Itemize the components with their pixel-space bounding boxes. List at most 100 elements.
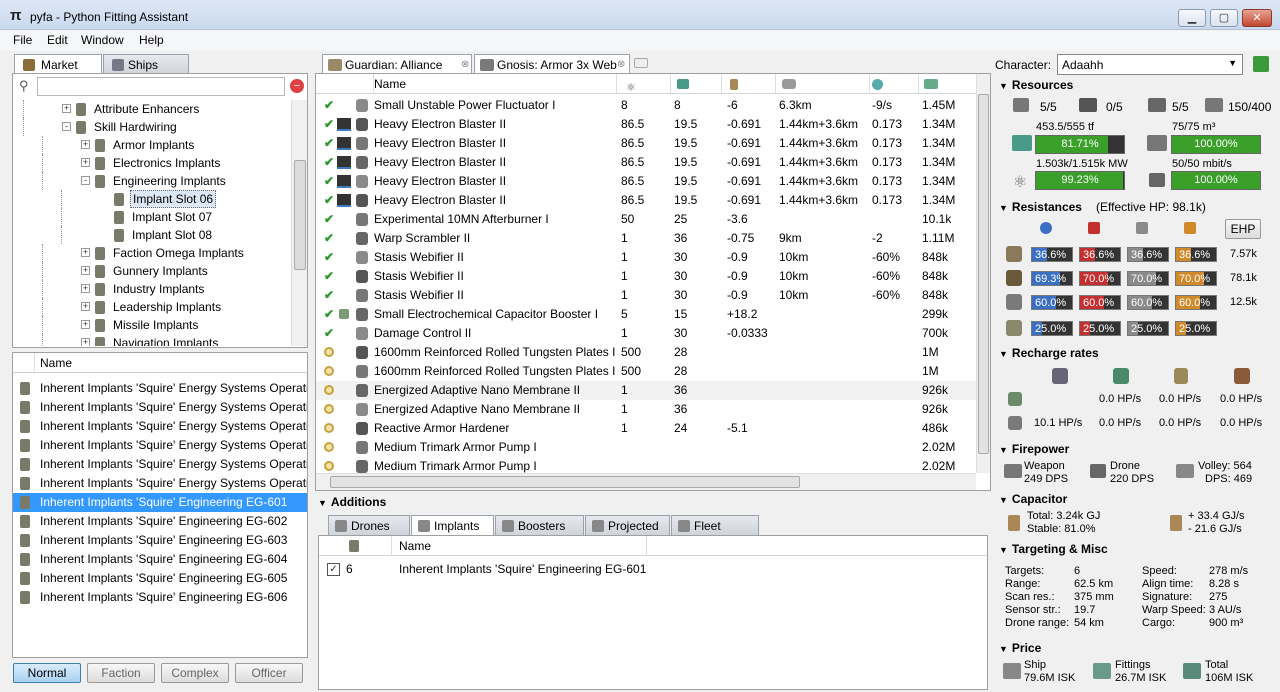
- resistances-title[interactable]: ▼ Resistances: [999, 200, 1082, 214]
- active-check-icon[interactable]: ✔: [324, 324, 334, 343]
- market-item[interactable]: Inherent Implants 'Squire' Engineering E…: [13, 588, 307, 607]
- expander-icon[interactable]: +: [81, 302, 90, 311]
- online-state-icon[interactable]: [324, 366, 334, 376]
- meta-button-normal[interactable]: Normal: [13, 663, 81, 683]
- resources-title[interactable]: ▼ Resources: [999, 78, 1073, 92]
- close-tab-icon[interactable]: ⊗: [617, 59, 625, 70]
- tree-item[interactable]: + Missile Implants: [13, 316, 291, 334]
- expander-icon[interactable]: +: [81, 284, 90, 293]
- online-state-icon[interactable]: [324, 385, 334, 395]
- tree-item[interactable]: Implant Slot 08: [13, 226, 291, 244]
- module-row[interactable]: 1600mm Reinforced Rolled Tungsten Plates…: [316, 343, 976, 362]
- module-row[interactable]: ✔ Experimental 10MN Afterburner I 50 25 -3.6…: [316, 210, 976, 229]
- active-check-icon[interactable]: ✔: [324, 191, 334, 210]
- expander-icon[interactable]: -: [62, 122, 71, 131]
- ehp-toggle-button[interactable]: EHP: [1225, 219, 1261, 239]
- tree-item[interactable]: + Leadership Implants: [13, 298, 291, 316]
- tab-boosters[interactable]: Boosters: [495, 515, 584, 535]
- module-row[interactable]: Reactive Armor Hardener 1 24 -5.1 486k: [316, 419, 976, 438]
- expander-icon[interactable]: +: [81, 266, 90, 275]
- active-check-icon[interactable]: ✔: [324, 286, 334, 305]
- tab-ships[interactable]: Ships: [103, 54, 189, 74]
- module-row[interactable]: ✔ Small Unstable Power Fluctuator I 8 8 -6 6.…: [316, 96, 976, 115]
- targeting-title[interactable]: ▼ Targeting & Misc: [999, 542, 1108, 556]
- menu-window[interactable]: Window: [81, 33, 124, 47]
- expander-icon[interactable]: +: [81, 140, 90, 149]
- expander-icon[interactable]: +: [81, 338, 90, 346]
- tree-item[interactable]: + Gunnery Implants: [13, 262, 291, 280]
- module-row[interactable]: ✔ Heavy Electron Blaster II 86.5 19.5 -0.691…: [316, 191, 976, 210]
- clear-search-icon[interactable]: −: [290, 79, 304, 93]
- maximize-button[interactable]: ▢: [1210, 9, 1238, 27]
- expander-icon[interactable]: +: [81, 158, 90, 167]
- scroll-thumb[interactable]: [978, 94, 989, 454]
- module-row[interactable]: ✔ Stasis Webifier II 1 30 -0.9 10km -60% 848k: [316, 286, 976, 305]
- module-row[interactable]: Energized Adaptive Nano Membrane II 1 36 92…: [316, 400, 976, 419]
- tree-item[interactable]: + Electronics Implants: [13, 154, 291, 172]
- active-check-icon[interactable]: ✔: [324, 96, 334, 115]
- market-item[interactable]: Inherent Implants 'Squire' Engineering E…: [13, 550, 307, 569]
- active-check-icon[interactable]: ✔: [324, 172, 334, 191]
- module-row[interactable]: 1600mm Reinforced Rolled Tungsten Plates…: [316, 362, 976, 381]
- module-row[interactable]: ✔ Stasis Webifier II 1 30 -0.9 10km -60% 848k: [316, 248, 976, 267]
- character-editor-icon[interactable]: [1253, 56, 1269, 72]
- tree-item[interactable]: + Armor Implants: [13, 136, 291, 154]
- tab-market[interactable]: Market: [14, 54, 102, 74]
- additions-title[interactable]: ▼ Additions: [318, 495, 386, 509]
- market-item[interactable]: Inherent Implants 'Squire' Engineering E…: [13, 493, 307, 512]
- active-check-icon[interactable]: ✔: [324, 229, 334, 248]
- tree-item[interactable]: + Attribute Enhancers: [13, 100, 291, 118]
- online-state-icon[interactable]: [324, 347, 334, 357]
- tree-item[interactable]: + Industry Implants: [13, 280, 291, 298]
- module-row[interactable]: ✔ Heavy Electron Blaster II 86.5 19.5 -0.691…: [316, 172, 976, 191]
- active-check-icon[interactable]: ✔: [324, 305, 334, 324]
- active-check-icon[interactable]: ✔: [324, 248, 334, 267]
- meta-button-faction[interactable]: Faction: [87, 663, 155, 683]
- module-row[interactable]: ✔ Heavy Electron Blaster II 86.5 19.5 -0.691…: [316, 153, 976, 172]
- tree-item[interactable]: - Engineering Implants: [13, 172, 291, 190]
- tree-item[interactable]: Implant Slot 07: [13, 208, 291, 226]
- online-state-icon[interactable]: [324, 404, 334, 414]
- active-check-icon[interactable]: ✔: [324, 210, 334, 229]
- market-item[interactable]: Inherent Implants 'Squire' Energy System…: [13, 398, 307, 417]
- implant-row[interactable]: ✓ 6 Inherent Implants 'Squire' Engineeri…: [319, 560, 987, 579]
- tree-item[interactable]: Implant Slot 06: [13, 190, 291, 208]
- character-select[interactable]: Adaahh ▼: [1057, 54, 1243, 75]
- expander-icon[interactable]: +: [62, 104, 71, 113]
- minimize-button[interactable]: ▁: [1178, 9, 1206, 27]
- market-item[interactable]: Inherent Implants 'Squire' Engineering E…: [13, 512, 307, 531]
- meta-button-complex[interactable]: Complex: [161, 663, 229, 683]
- market-search-input[interactable]: [37, 77, 285, 96]
- active-check-icon[interactable]: ✔: [324, 115, 334, 134]
- tab-drones[interactable]: Drones: [328, 515, 410, 535]
- meta-button-officer[interactable]: Officer: [235, 663, 303, 683]
- menu-help[interactable]: Help: [139, 33, 164, 47]
- tree-item[interactable]: + Faction Omega Implants: [13, 244, 291, 262]
- capacitor-title[interactable]: ▼ Capacitor: [999, 492, 1067, 506]
- menu-file[interactable]: File: [13, 33, 32, 47]
- module-row[interactable]: ✔ Heavy Electron Blaster II 86.5 19.5 -0.691…: [316, 115, 976, 134]
- expander-icon[interactable]: -: [81, 176, 90, 185]
- expander-icon[interactable]: +: [81, 320, 90, 329]
- tab-fleet[interactable]: Fleet: [671, 515, 759, 535]
- module-row[interactable]: ✔ Damage Control II 1 30 -0.0333 700k: [316, 324, 976, 343]
- online-state-icon[interactable]: [324, 442, 334, 452]
- firepower-title[interactable]: ▼ Firepower: [999, 442, 1069, 456]
- active-check-icon[interactable]: ✔: [324, 134, 334, 153]
- tree-item[interactable]: + Navigation Implants: [13, 334, 291, 346]
- scroll-thumb[interactable]: [294, 160, 306, 270]
- fitting-scrollbar-v[interactable]: [976, 74, 990, 473]
- scroll-thumb[interactable]: [330, 476, 800, 488]
- market-item[interactable]: Inherent Implants 'Squire' Energy System…: [13, 474, 307, 493]
- market-item[interactable]: Inherent Implants 'Squire' Energy System…: [13, 379, 307, 398]
- module-row[interactable]: ✔ Small Electrochemical Capacitor Booster…: [316, 305, 976, 324]
- active-check-icon[interactable]: ✔: [324, 153, 334, 172]
- expander-icon[interactable]: +: [81, 248, 90, 257]
- tab-implants[interactable]: Implants: [411, 515, 494, 535]
- recharge-title[interactable]: ▼ Recharge rates: [999, 346, 1099, 360]
- fitting-scrollbar-h[interactable]: [316, 473, 976, 490]
- market-tree-scrollbar[interactable]: [291, 100, 307, 346]
- online-state-icon[interactable]: [324, 423, 334, 433]
- module-row[interactable]: ✔ Heavy Electron Blaster II 86.5 19.5 -0.691…: [316, 134, 976, 153]
- close-button[interactable]: ✕: [1242, 9, 1272, 27]
